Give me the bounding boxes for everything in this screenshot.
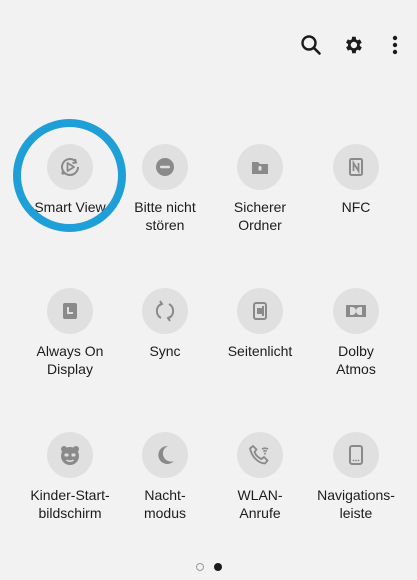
tile-label: Smart View — [34, 199, 106, 215]
edge-lighting-icon — [237, 288, 283, 334]
page-dot-active[interactable] — [213, 563, 222, 571]
tile-label: Nacht- modus — [143, 487, 187, 521]
tile-label: Navigations- leiste — [317, 487, 395, 521]
wifi-calling-icon — [237, 432, 283, 478]
do-not-disturb-icon — [142, 144, 188, 190]
tile-smart-view[interactable]: Smart View — [22, 144, 118, 216]
tile-label: Seitenlicht — [227, 343, 293, 359]
tile-nfc[interactable]: NFC — [308, 144, 404, 216]
quick-settings-grid: Smart View Bitte nicht stören Sicherer O… — [0, 0, 417, 560]
smart-view-icon — [47, 144, 93, 190]
page-indicator[interactable] — [0, 563, 417, 571]
dolby-icon — [333, 288, 379, 334]
secure-folder-icon — [237, 144, 283, 190]
tile-night-mode[interactable]: Nacht- modus — [117, 432, 213, 522]
tile-edge-lighting[interactable]: Seitenlicht — [212, 288, 308, 360]
tile-always-on-display[interactable]: Always On Display — [22, 288, 118, 378]
tile-sync[interactable]: Sync — [117, 288, 213, 360]
page-dot-inactive[interactable] — [195, 563, 204, 571]
tile-dolby-atmos[interactable]: Dolby Atmos — [308, 288, 404, 378]
navigation-bar-icon — [333, 432, 379, 478]
night-mode-icon — [142, 432, 188, 478]
nfc-icon — [333, 144, 379, 190]
always-on-display-icon — [47, 288, 93, 334]
tile-wifi-calling[interactable]: WLAN- Anrufe — [212, 432, 308, 522]
tile-label: NFC — [341, 199, 371, 215]
tile-label: Kinder-Start- bildschirm — [30, 487, 110, 521]
tile-label: WLAN- Anrufe — [237, 487, 283, 521]
tile-label: Sicherer Ordner — [233, 199, 287, 233]
tile-label: Sync — [149, 343, 181, 359]
tile-navigation-bar[interactable]: Navigations- leiste — [308, 432, 404, 522]
tile-label: Always On Display — [36, 343, 104, 377]
tile-secure-folder[interactable]: Sicherer Ordner — [212, 144, 308, 234]
kids-home-icon — [47, 432, 93, 478]
tile-kids-home[interactable]: Kinder-Start- bildschirm — [22, 432, 118, 522]
tile-label: Bitte nicht stören — [134, 199, 196, 233]
tile-do-not-disturb[interactable]: Bitte nicht stören — [117, 144, 213, 234]
sync-icon — [142, 288, 188, 334]
tile-label: Dolby Atmos — [336, 343, 376, 377]
